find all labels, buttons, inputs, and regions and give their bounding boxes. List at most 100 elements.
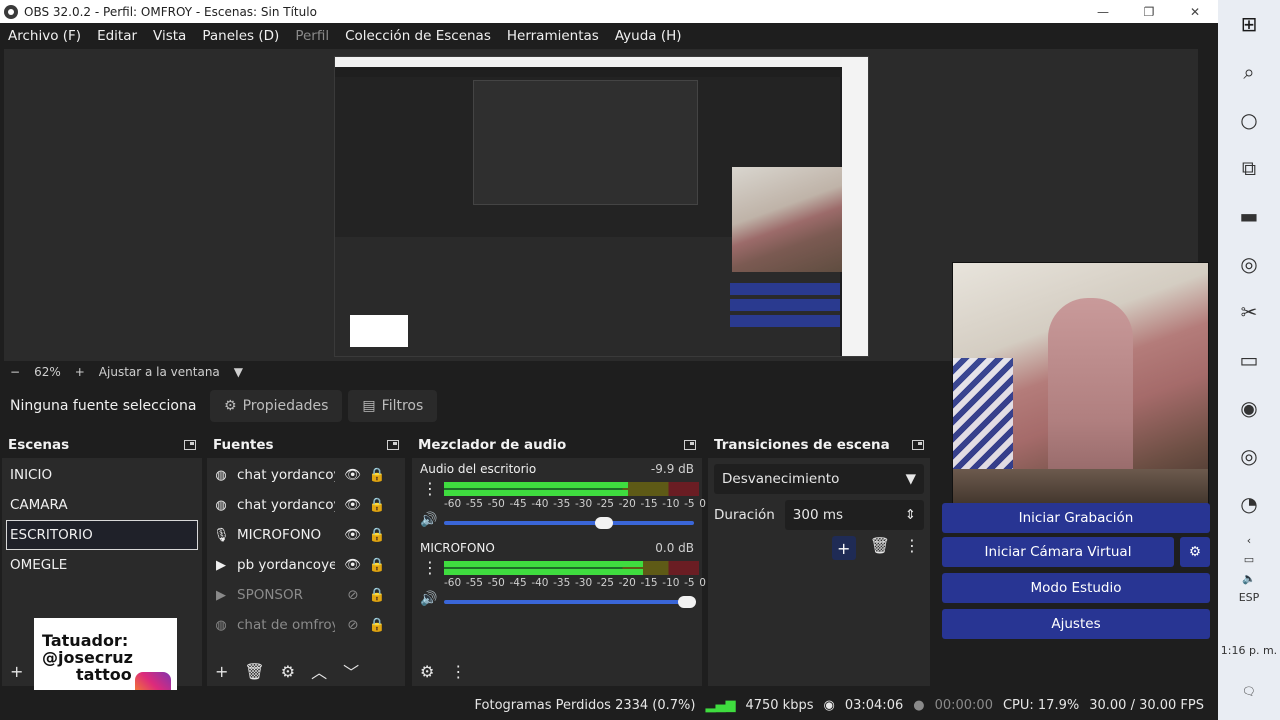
- volume-meter: [444, 561, 699, 575]
- scale-tick: -10: [662, 498, 680, 510]
- menu-ayuda[interactable]: Ayuda (H): [607, 28, 690, 44]
- kebab-menu-icon[interactable]: ⋮: [450, 662, 466, 681]
- preview-canvas[interactable]: [334, 56, 869, 357]
- source-item[interactable]: ◍ chat de omfroy ⊘ 🔒: [207, 610, 405, 640]
- chrome-profile-icon[interactable]: ◎: [1218, 432, 1280, 480]
- zoom-in-button[interactable]: +: [75, 365, 85, 379]
- volume-icon[interactable]: 🔈: [1242, 572, 1256, 585]
- menu-herramientas[interactable]: Herramientas: [499, 28, 607, 44]
- duration-row: Duración 300 ms ⇕: [714, 500, 924, 530]
- menu-perfil[interactable]: Perfil: [287, 28, 337, 44]
- eye-hidden-icon[interactable]: ⊘: [341, 617, 365, 633]
- start-recording-button[interactable]: Iniciar Grabación: [942, 503, 1210, 533]
- transition-select[interactable]: Desvanecimiento ▼: [714, 464, 924, 494]
- obs-icon[interactable]: ◉: [1218, 384, 1280, 432]
- app-circle-icon[interactable]: ◔: [1218, 480, 1280, 528]
- capcut-icon[interactable]: ✂: [1218, 288, 1280, 336]
- search-icon[interactable]: ⌕: [1218, 48, 1280, 96]
- meter-level: [444, 561, 643, 567]
- windows-start-icon[interactable]: ⊞: [1218, 0, 1280, 48]
- menu-coleccion-escenas[interactable]: Colección de Escenas: [337, 28, 499, 44]
- mixer-track: Audio del escritorio -9.9 dB ⋮ -60 -55 -50…: [412, 458, 706, 537]
- lock-icon[interactable]: 🔒: [365, 527, 389, 543]
- lock-icon[interactable]: 🔒: [365, 587, 389, 603]
- fit-to-window-button[interactable]: Ajustar a la ventana: [99, 365, 220, 379]
- scale-tick: 0: [699, 498, 706, 510]
- slider-handle[interactable]: [677, 596, 696, 608]
- scene-item-inicio[interactable]: INICIO: [2, 460, 202, 490]
- source-item[interactable]: ▶ pb yordancoye 👁 🔒: [207, 550, 405, 580]
- add-transition-button[interactable]: +: [831, 536, 856, 560]
- speaker-icon[interactable]: 🔊: [420, 591, 437, 607]
- clock[interactable]: 1:16 p. m.: [1221, 644, 1277, 657]
- eye-icon[interactable]: 👁: [341, 467, 365, 483]
- trash-icon[interactable]: 🗑: [870, 536, 890, 560]
- language-indicator[interactable]: ESP: [1239, 591, 1260, 604]
- filters-button[interactable]: ▤ Filtros: [348, 390, 438, 422]
- move-up-icon[interactable]: ︿: [311, 659, 327, 683]
- start-virtual-camera-button[interactable]: Iniciar Cámara Virtual: [942, 537, 1174, 567]
- kebab-menu-icon[interactable]: ⋮: [904, 536, 920, 560]
- scale-tick: -30: [574, 577, 593, 589]
- duration-spinbox[interactable]: 300 ms ⇕: [784, 500, 924, 530]
- lock-icon[interactable]: 🔒: [365, 557, 389, 573]
- eye-hidden-icon[interactable]: ⊘: [341, 587, 365, 603]
- advanced-audio-icon[interactable]: ⚙: [420, 662, 434, 681]
- volume-slider[interactable]: [444, 517, 694, 529]
- notifications-icon[interactable]: 🗨: [1242, 685, 1256, 698]
- kebab-menu-icon[interactable]: ⋮: [422, 560, 438, 576]
- undock-icon[interactable]: [387, 440, 399, 450]
- zoom-out-button[interactable]: −: [10, 365, 20, 379]
- menu-archivo[interactable]: Archivo (F): [0, 28, 89, 44]
- properties-button[interactable]: ⚙ Propiedades: [210, 390, 343, 422]
- minimize-button[interactable]: —: [1080, 0, 1126, 23]
- scene-item-escritorio[interactable]: ESCRITORIO: [6, 520, 198, 550]
- maximize-button[interactable]: ❐: [1126, 0, 1172, 23]
- kebab-menu-icon[interactable]: ⋮: [422, 481, 438, 497]
- filters-label: Filtros: [381, 398, 424, 414]
- virtual-camera-settings-button[interactable]: ⚙: [1180, 537, 1210, 567]
- scale-tick: -25: [596, 498, 614, 510]
- source-item[interactable]: ◍ chat yordancoy 👁 🔒: [207, 490, 405, 520]
- slider-handle[interactable]: [595, 517, 613, 529]
- studio-mode-button[interactable]: Modo Estudio: [942, 573, 1210, 603]
- add-source-button[interactable]: +: [215, 662, 228, 681]
- eye-icon[interactable]: 👁: [341, 527, 365, 543]
- undock-icon[interactable]: [912, 440, 924, 450]
- chevron-up-icon[interactable]: ‹: [1247, 534, 1251, 547]
- speaker-icon[interactable]: 🔊: [420, 512, 437, 528]
- source-item[interactable]: 🎙 MICROFONO 👁 🔒: [207, 520, 405, 550]
- source-item[interactable]: ◍ chat yordancoy 👁 🔒: [207, 460, 405, 490]
- undock-icon[interactable]: [184, 440, 196, 450]
- scene-item-camara[interactable]: CAMARA: [2, 490, 202, 520]
- move-down-icon[interactable]: ﹀: [343, 659, 359, 683]
- trash-icon[interactable]: 🗑: [244, 662, 264, 681]
- spin-arrows-icon[interactable]: ⇕: [905, 507, 916, 523]
- undock-icon[interactable]: [684, 440, 696, 450]
- title-bar: OBS 32.0.2 - Perfil: OMFROY - Escenas: S…: [0, 0, 1218, 23]
- eye-icon[interactable]: 👁: [341, 497, 365, 513]
- chrome-icon[interactable]: ◎: [1218, 240, 1280, 288]
- scene-item-omegle[interactable]: OMEGLE: [2, 550, 202, 580]
- network-icon[interactable]: ▭: [1244, 553, 1254, 566]
- task-view-icon[interactable]: ⧉: [1218, 144, 1280, 192]
- file-explorer-icon[interactable]: ▬: [1218, 192, 1280, 240]
- lock-icon[interactable]: 🔒: [365, 497, 389, 513]
- menu-vista[interactable]: Vista: [145, 28, 194, 44]
- add-scene-button[interactable]: +: [10, 662, 23, 681]
- menu-paneles[interactable]: Paneles (D): [194, 28, 287, 44]
- settings-button[interactable]: Ajustes: [942, 609, 1210, 639]
- zoom-dropdown-icon[interactable]: ▼: [234, 365, 243, 379]
- cortana-icon[interactable]: ○: [1218, 96, 1280, 144]
- eye-icon[interactable]: 👁: [341, 557, 365, 573]
- record-time: 00:00:00: [934, 697, 993, 713]
- app-window-icon[interactable]: ▭: [1218, 336, 1280, 384]
- menu-editar[interactable]: Editar: [89, 28, 145, 44]
- lock-icon[interactable]: 🔒: [365, 467, 389, 483]
- close-button[interactable]: ✕: [1172, 0, 1218, 23]
- source-item[interactable]: ▶ SPONSOR ⊘ 🔒: [207, 580, 405, 610]
- volume-slider[interactable]: [444, 596, 696, 608]
- lock-icon[interactable]: 🔒: [365, 617, 389, 633]
- recursive-preview-logo: [350, 315, 408, 347]
- gear-icon[interactable]: ⚙: [281, 662, 295, 681]
